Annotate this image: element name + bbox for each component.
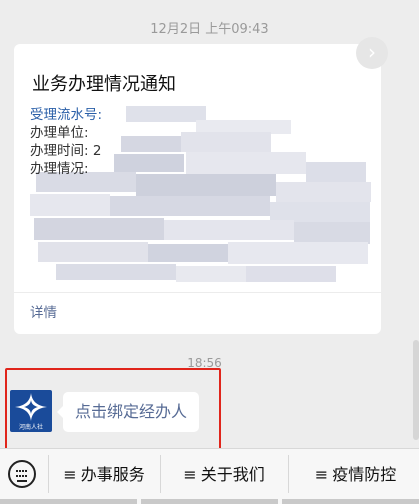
bottom-menu-bar: ≡ 办事服务 ≡ 关于我们 ≡ 疫情防控 bbox=[0, 448, 419, 504]
field-handling-unit: 办理单位: bbox=[30, 125, 89, 141]
menu-item-epidemic[interactable]: ≡ 疫情防控 bbox=[292, 449, 419, 501]
avatar[interactable]: 河南人社 bbox=[10, 390, 52, 432]
menu-icon: ≡ bbox=[183, 465, 197, 484]
menu-item-label: 关于我们 bbox=[200, 465, 265, 484]
bind-handler-link[interactable]: 点击绑定经办人 bbox=[56, 392, 200, 432]
menu-item-about[interactable]: ≡ 关于我们 bbox=[162, 449, 286, 501]
keyboard-icon[interactable] bbox=[8, 460, 36, 488]
scrollbar[interactable] bbox=[413, 340, 419, 440]
details-link[interactable]: 详情 bbox=[30, 301, 57, 321]
menu-icon: ≡ bbox=[63, 465, 77, 484]
star-logo-icon bbox=[15, 393, 47, 421]
field-handling-status: 办理情况: bbox=[30, 161, 89, 177]
notification-card[interactable]: 业务办理情况通知 受理流水号: 办理单位: 办理时间: 2 办理情况: 详情 bbox=[14, 44, 381, 334]
menu-separator bbox=[160, 455, 161, 493]
card-divider bbox=[14, 292, 381, 293]
menu-icon: ≡ bbox=[314, 465, 329, 484]
card-title: 业务办理情况通知 bbox=[32, 74, 176, 95]
chat-timestamp: 12月2日 上午09:43 bbox=[150, 22, 269, 37]
field-handling-time: 办理时间: 2 bbox=[30, 143, 102, 159]
menu-item-label: 办事服务 bbox=[80, 465, 145, 484]
bottom-strip bbox=[0, 499, 419, 504]
avatar-caption: 河南人社 bbox=[18, 424, 43, 431]
field-serial-number: 受理流水号: bbox=[30, 107, 103, 123]
menu-separator bbox=[288, 455, 289, 493]
card-fields: 受理流水号: 办理单位: 办理时间: 2 办理情况: bbox=[30, 106, 102, 178]
menu-item-services[interactable]: ≡ 办事服务 bbox=[50, 449, 158, 501]
menu-separator bbox=[48, 455, 49, 493]
forward-arrow-button[interactable]: › bbox=[356, 37, 388, 69]
menu-item-label: 疫情防控 bbox=[332, 465, 397, 484]
